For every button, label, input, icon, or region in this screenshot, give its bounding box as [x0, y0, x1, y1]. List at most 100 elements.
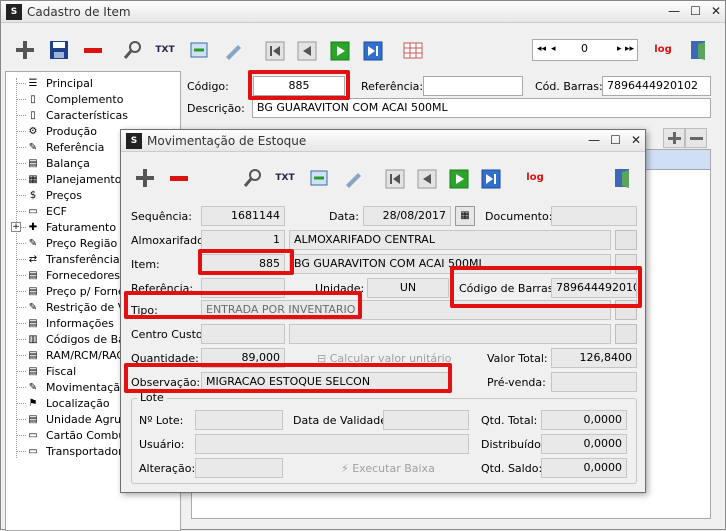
dialog-refresh-button[interactable]	[307, 166, 331, 190]
tree-item[interactable]: ▭ ECF	[26, 203, 67, 219]
unidade-field: UN	[367, 278, 449, 298]
log-button[interactable]: log	[651, 37, 675, 61]
nav-first-icon[interactable]: ◂◂	[537, 40, 546, 58]
record-navigator[interactable]: ◂◂ ◂ 0 ▸ ▸▸	[532, 39, 638, 61]
nav-next-icon[interactable]: ▸	[617, 40, 622, 58]
tree-item[interactable]: ▭ Cartão Combus	[26, 427, 131, 443]
nav-last-icon[interactable]: ▸▸	[625, 40, 634, 58]
alteracao-label: Alteração:	[139, 462, 196, 475]
tree-item[interactable]: ▤ Unidade Agrupa	[26, 411, 135, 427]
tree-item[interactable]: ⇄ Transferência	[26, 251, 120, 267]
tree-item[interactable]: ✚ Faturamento	[26, 219, 116, 235]
centro-custo-lookup-button[interactable]	[615, 324, 637, 344]
delete-button[interactable]	[81, 38, 105, 62]
dialog-first-record-button[interactable]	[383, 167, 407, 191]
prev-record-button[interactable]	[295, 39, 319, 63]
documento-field[interactable]	[551, 206, 637, 226]
tree-item[interactable]: ▤ Preço p/ Fornec	[26, 283, 130, 299]
dialog-next-record-button[interactable]	[447, 167, 471, 191]
tree-item[interactable]: ▤ Informações	[26, 315, 114, 331]
tree-node-icon: ▤	[28, 285, 38, 297]
tree-node-icon: ✚	[28, 221, 38, 233]
tree-item[interactable]: ✎ Preço Região	[26, 235, 117, 251]
add-row-button[interactable]	[663, 128, 685, 148]
distribuido-field[interactable]: 0,0000	[541, 434, 627, 454]
tree-item[interactable]: ✎ Restrição de Ve	[26, 299, 131, 315]
dialog-exit-button[interactable]	[611, 166, 635, 190]
maximize-icon[interactable]: ☐	[690, 4, 701, 18]
almox-lookup-button[interactable]	[615, 230, 637, 250]
main-titlebar: S Cadastro de Item — ☐ ✕	[1, 1, 725, 23]
tree-connector	[16, 451, 26, 452]
tree-expand-icon[interactable]: +	[11, 222, 21, 232]
tree-item[interactable]: ▤ Fornecedores	[26, 267, 120, 283]
dialog-last-record-button[interactable]	[479, 167, 503, 191]
remove-row-button[interactable]	[685, 128, 707, 148]
dialog-export-txt-button[interactable]: TXT	[273, 166, 297, 190]
minimize-icon[interactable]: —	[668, 4, 680, 18]
pre-venda-field[interactable]	[551, 372, 637, 392]
next-record-button[interactable]	[328, 39, 352, 63]
dialog-log-icon: log	[526, 171, 544, 183]
exit-button[interactable]	[687, 38, 711, 62]
nav-prev-icon[interactable]: ◂	[551, 40, 556, 58]
tree-item[interactable]: ▤ Balança	[26, 155, 90, 171]
dialog-edit-button[interactable]	[341, 166, 365, 190]
descricao-label: Descrição:	[187, 102, 245, 115]
close-icon[interactable]: ✕	[711, 4, 721, 18]
search-button[interactable]	[121, 38, 145, 62]
tree-item-label: Transportadora	[46, 444, 130, 458]
dialog-search-button[interactable]	[241, 166, 265, 190]
tree-connector	[16, 115, 26, 116]
tree-item[interactable]: ✎ Movimentação	[26, 379, 127, 395]
dialog-maximize-icon[interactable]: ☐	[610, 133, 621, 147]
dialog-minimize-icon[interactable]: —	[588, 133, 600, 147]
tree-item[interactable]: ▦ Planejamento	[26, 171, 121, 187]
dialog-add-button[interactable]	[133, 166, 157, 190]
documento-label: Documento:	[485, 210, 553, 223]
qtd-saldo-field[interactable]: 0,0000	[541, 458, 627, 478]
tree-item[interactable]: $ Preços	[26, 187, 82, 203]
main-title: Cadastro de Item	[27, 5, 131, 19]
add-button[interactable]	[13, 38, 37, 62]
cod-barras-field[interactable]: 7896444920102	[602, 76, 711, 96]
tree-item[interactable]: ☰ Principal	[26, 75, 93, 91]
almox-code-field[interactable]: 1	[201, 230, 285, 250]
tree-node-icon: $	[29, 189, 37, 201]
referencia-field[interactable]	[423, 76, 523, 96]
tree-item[interactable]: ✎ Referência	[26, 139, 105, 155]
tree-item-label: RAM/RCM/RAC	[46, 348, 125, 362]
tree-connector	[16, 435, 26, 436]
tree-item[interactable]: ▭ Transportadora	[26, 443, 129, 459]
export-txt-button[interactable]: TXT	[153, 38, 177, 62]
descricao-field[interactable]: BG GUARAVITON COM ACAI 500ML	[252, 98, 711, 118]
data-field[interactable]: 28/08/2017	[363, 206, 451, 226]
validade-field[interactable]	[383, 410, 469, 430]
tree-item[interactable]: ▯ Características	[26, 107, 128, 123]
tree-item[interactable]: ▤ Fiscal	[26, 363, 76, 379]
tree-item[interactable]: ▯ Complemento	[26, 91, 123, 107]
first-record-button[interactable]	[263, 39, 287, 63]
tree-item[interactable]: ⚙ Produção	[26, 123, 97, 139]
tree-item-label: Preços	[46, 188, 82, 202]
tree-item[interactable]: ⚑ Localização	[26, 395, 110, 411]
dialog-prev-record-button[interactable]	[415, 167, 439, 191]
nlote-field[interactable]	[195, 410, 283, 430]
save-button[interactable]	[47, 38, 71, 62]
executar-baixa-button[interactable]: ⚡ Executar Baixa	[341, 462, 435, 475]
last-record-button[interactable]	[361, 39, 385, 63]
dialog-delete-button[interactable]	[167, 166, 191, 190]
refresh-button[interactable]	[187, 38, 211, 62]
tree-item-label: Preço Região	[46, 236, 118, 250]
pre-venda-label: Pré-venda:	[487, 376, 546, 389]
dialog-close-icon[interactable]: ✕	[631, 133, 641, 147]
dialog-log-button[interactable]: log	[523, 165, 547, 189]
centro-custo-code-field[interactable]	[201, 324, 285, 344]
grid-view-button[interactable]	[401, 38, 425, 62]
tree-item[interactable]: ▥ Códigos de Barr	[26, 331, 134, 347]
tree-item[interactable]: ▤ RAM/RCM/RAC	[26, 347, 124, 363]
calendar-icon[interactable]: ▦	[455, 206, 475, 226]
qtd-total-field[interactable]: 0,0000	[541, 410, 627, 430]
valor-total-field[interactable]: 126,8400	[551, 348, 637, 368]
edit-button[interactable]	[221, 38, 245, 62]
